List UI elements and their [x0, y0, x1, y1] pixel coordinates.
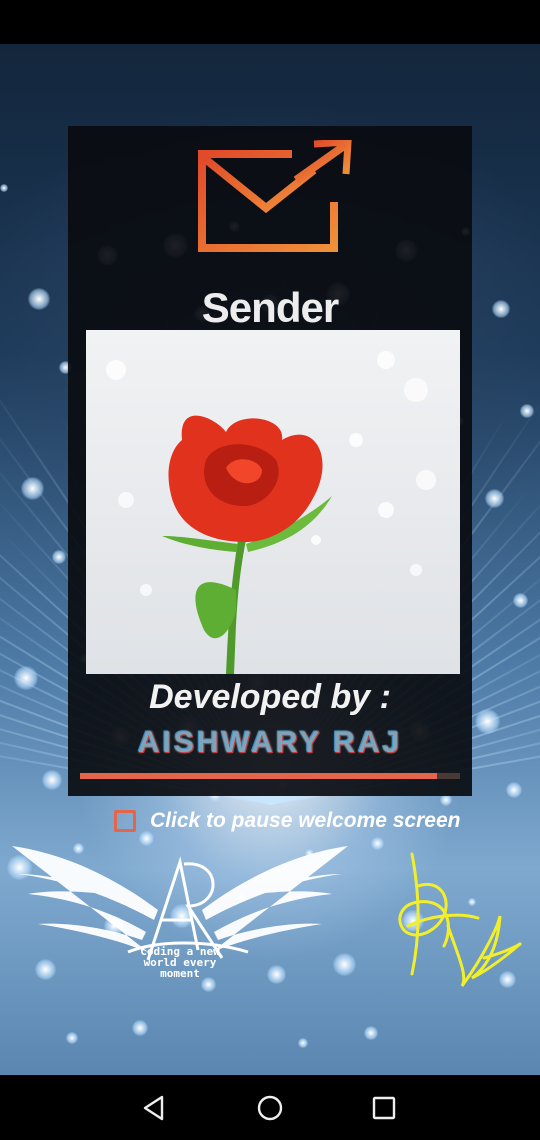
emblem-tagline: Coding a new world every moment — [120, 946, 240, 979]
light-dot — [364, 1026, 378, 1040]
pause-checkbox[interactable] — [114, 810, 136, 832]
app-title: Sender — [201, 284, 339, 331]
light-dot — [520, 404, 534, 418]
light-dot — [513, 593, 528, 608]
pause-welcome-row[interactable]: Click to pause welcome screen — [114, 806, 460, 836]
system-nav-bar — [0, 1075, 540, 1140]
light-dot — [371, 837, 384, 850]
light-dot — [28, 288, 50, 310]
light-dot — [0, 184, 8, 192]
light-dot — [52, 550, 66, 564]
light-dot — [66, 1032, 78, 1044]
recents-square-icon[interactable] — [368, 1092, 400, 1124]
loading-progress-fill — [80, 773, 438, 779]
light-dot — [506, 782, 522, 798]
loading-progress-bar — [80, 773, 460, 779]
back-triangle-icon[interactable] — [138, 1092, 170, 1124]
rose-image — [86, 330, 460, 674]
signature-image — [398, 852, 522, 987]
pause-label: Click to pause welcome screen — [150, 809, 461, 832]
splash-card: Sender Developed by : AISHWARY RAJ — [68, 126, 472, 796]
developed-by-label: Developed by : — [149, 678, 391, 716]
light-dot — [132, 1020, 148, 1036]
light-dot — [485, 489, 504, 508]
developer-name: AISHWARY RAJ — [137, 726, 403, 759]
light-dot — [21, 477, 44, 500]
emblem-letters: AR — [152, 920, 154, 923]
tagline-line-3: moment — [160, 967, 200, 980]
status-bar — [0, 0, 540, 44]
light-dot — [475, 709, 500, 734]
light-dot — [298, 1038, 308, 1048]
mail-send-icon — [198, 140, 352, 252]
light-dot — [492, 300, 510, 318]
light-dot — [42, 770, 62, 790]
light-dot — [14, 666, 38, 690]
home-circle-icon[interactable] — [254, 1092, 286, 1124]
rose-icon — [106, 351, 436, 674]
